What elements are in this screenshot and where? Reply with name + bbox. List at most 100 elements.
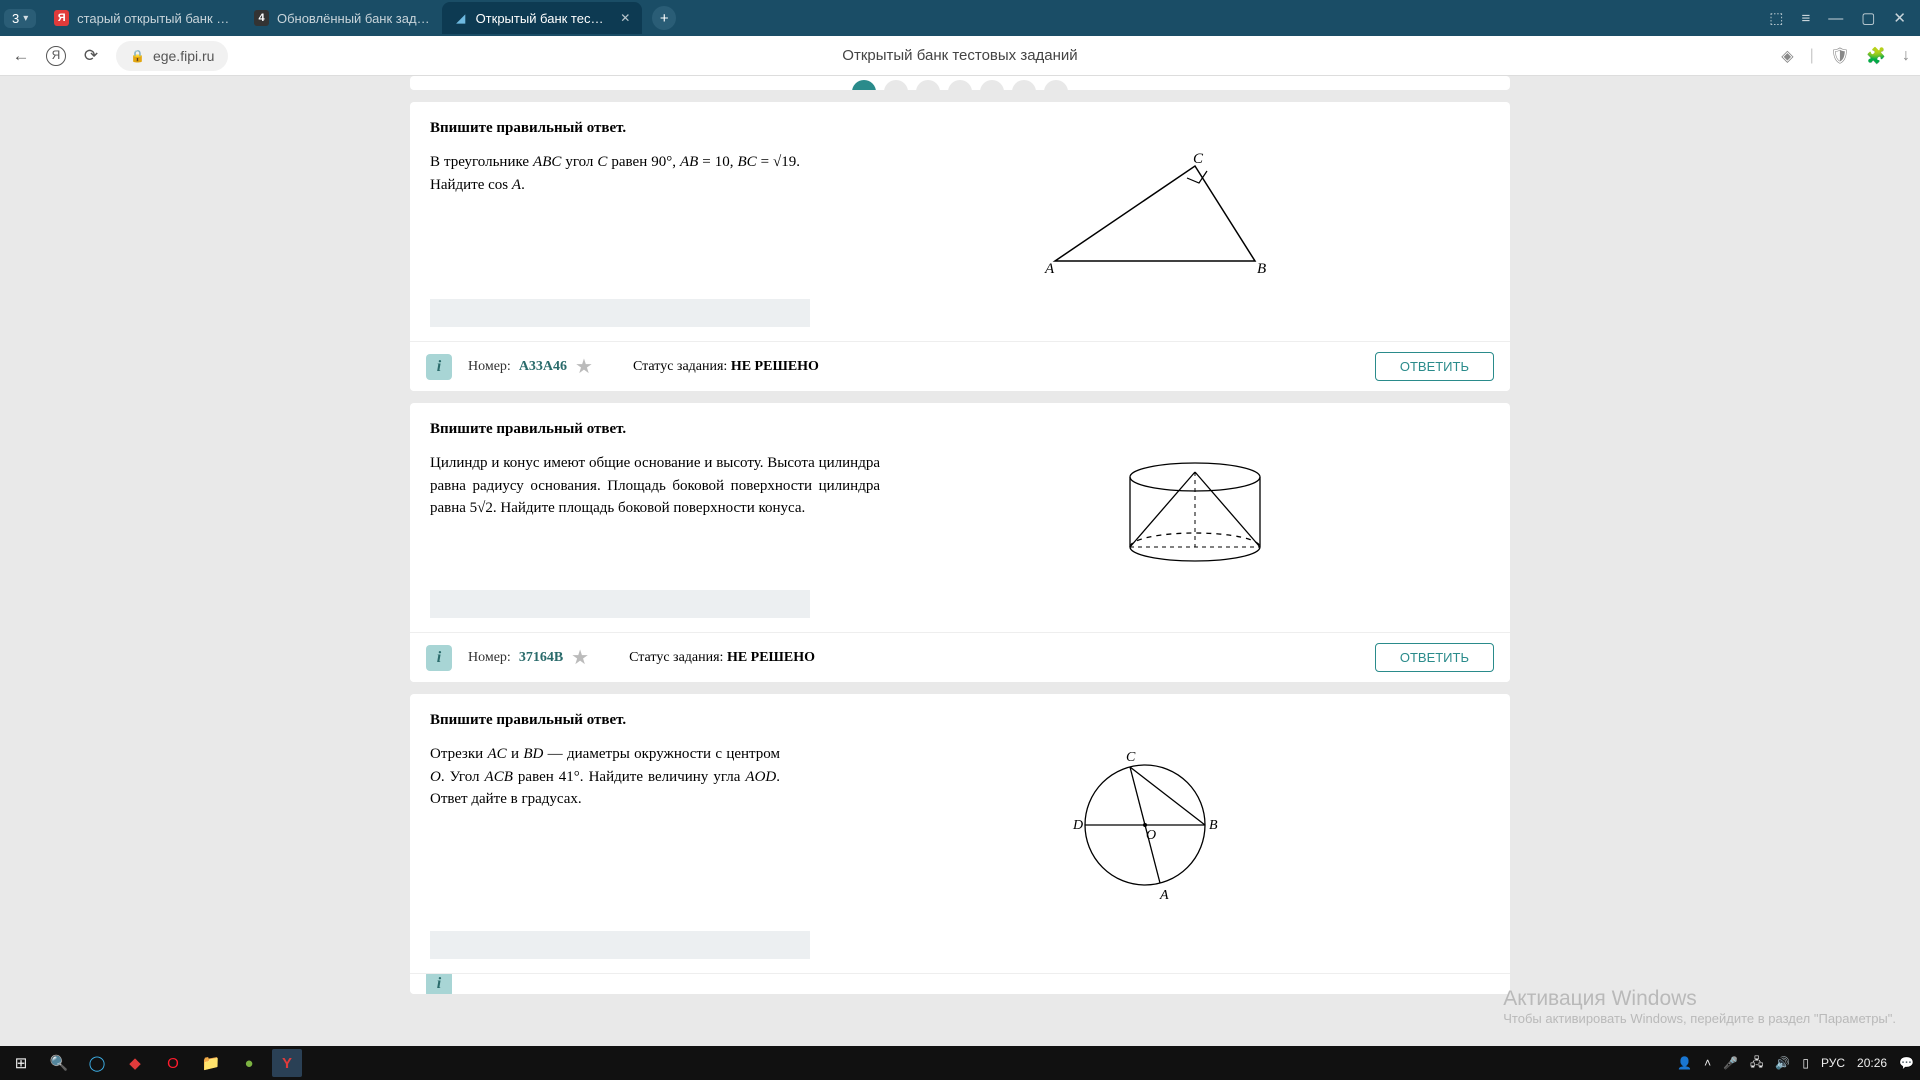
extensions-icon[interactable]: ⬚ <box>1769 9 1783 27</box>
tab-favicon: ◢ <box>454 10 467 26</box>
tab-title: Открытый банк тестовы… <box>476 11 607 26</box>
clock[interactable]: 20:26 <box>1857 1056 1887 1070</box>
svg-text:A: A <box>1159 888 1169 903</box>
address-bar: ← Я ⟳ 🔒 ege.fipi.ru Открытый банк тестов… <box>0 36 1920 76</box>
search-icon[interactable]: 🔍 <box>44 1049 74 1077</box>
browser-tab-active[interactable]: ◢ Открытый банк тестовы… ✕ <box>442 2 642 34</box>
tab-favicon: Я <box>54 10 69 26</box>
task-card: Впишите правильный ответ. В треугольнике… <box>410 102 1510 391</box>
pager-dot[interactable] <box>916 80 940 90</box>
task-text: Цилиндр и конус имеют общие основание и … <box>430 452 880 520</box>
task-card: Впишите правильный ответ. Цилиндр и кону… <box>410 403 1510 682</box>
notifications-icon[interactable]: 💬 <box>1899 1056 1914 1070</box>
pager-dot[interactable] <box>1012 80 1036 90</box>
task-figure-cylinder-cone <box>900 452 1490 572</box>
folder-icon[interactable]: 📁 <box>196 1049 226 1077</box>
answer-input[interactable] <box>430 590 810 618</box>
answer-button[interactable]: ОТВЕТИТЬ <box>1375 352 1494 381</box>
bookmark-icon[interactable]: ◈ <box>1781 46 1793 66</box>
task-prompt: Впишите правильный ответ. <box>430 421 1490 438</box>
info-button[interactable]: i <box>426 645 452 671</box>
svg-text:O: O <box>1146 828 1156 843</box>
info-button[interactable]: i <box>426 973 452 994</box>
volume-icon[interactable]: 🔊 <box>1775 1056 1790 1070</box>
tab-counter[interactable]: 3 ▾ <box>4 9 36 28</box>
pager-dot[interactable] <box>884 80 908 90</box>
pager-dot[interactable] <box>852 80 876 90</box>
tab-favicon: 4 <box>254 10 269 26</box>
star-icon[interactable]: ★ <box>575 354 593 379</box>
browser-tab[interactable]: 4 Обновлённый банк задан… <box>242 2 442 34</box>
browser-tab-bar: 3 ▾ Я старый открытый банк за… 4 Обновлё… <box>0 0 1920 36</box>
app-icon[interactable]: ◆ <box>120 1049 150 1077</box>
page-title: Открытый банк тестовых заданий <box>842 47 1077 64</box>
close-icon[interactable]: ✕ <box>620 11 630 25</box>
lock-icon: 🔒 <box>130 49 145 63</box>
svg-text:C: C <box>1126 750 1136 765</box>
svg-text:C: C <box>1193 151 1204 167</box>
microphone-icon[interactable]: 🎤 <box>1723 1056 1738 1070</box>
task-prompt: Впишите правильный ответ. <box>430 712 1490 729</box>
tab-counter-value: 3 <box>12 11 19 26</box>
language-indicator[interactable]: РУС <box>1821 1056 1845 1070</box>
url-text: ege.fipi.ru <box>153 48 214 64</box>
menu-icon[interactable]: ≡ <box>1801 10 1810 27</box>
status-prefix: Статус задания: <box>629 650 723 665</box>
chevron-down-icon: ▾ <box>23 13 28 24</box>
answer-button[interactable]: ОТВЕТИТЬ <box>1375 643 1494 672</box>
svg-text:D: D <box>1072 818 1083 833</box>
app-icon[interactable]: ● <box>234 1049 264 1077</box>
tray-chevron-icon[interactable]: ˄ <box>1704 1056 1711 1070</box>
new-tab-button[interactable]: + <box>652 6 676 30</box>
edge-icon[interactable]: ◯ <box>82 1049 112 1077</box>
svg-text:B: B <box>1257 261 1266 277</box>
status-value: НЕ РЕШЕНО <box>731 359 819 374</box>
maximize-icon[interactable]: ▢ <box>1861 9 1875 27</box>
browser-tab[interactable]: Я старый открытый банк за… <box>42 2 242 34</box>
task-figure-triangle: A B C <box>820 151 1490 281</box>
download-icon[interactable]: ↓ <box>1902 47 1910 65</box>
network-icon[interactable]: 🖧 <box>1750 1053 1763 1074</box>
reload-icon[interactable]: ⟳ <box>80 46 102 66</box>
task-number: 37164B <box>519 650 563 666</box>
task-text: В треугольнике ABC угол C равен 90°, AB … <box>430 151 800 196</box>
task-meta: i Номер: 37164B ★ Статус задания: НЕ РЕШ… <box>410 632 1510 682</box>
close-window-icon[interactable]: ✕ <box>1893 9 1906 27</box>
opera-icon[interactable]: O <box>158 1049 188 1077</box>
battery-icon[interactable]: ▯ <box>1802 1056 1809 1070</box>
page-content[interactable]: Впишите правильный ответ. В треугольнике… <box>0 76 1920 1046</box>
pager-dot[interactable] <box>980 80 1004 90</box>
number-label: Номер: <box>468 650 511 666</box>
people-icon[interactable]: 👤 <box>1677 1056 1692 1070</box>
task-meta: i <box>410 973 1510 994</box>
minimize-icon[interactable]: — <box>1828 10 1843 27</box>
status-value: НЕ РЕШЕНО <box>727 650 815 665</box>
pager <box>410 76 1510 90</box>
number-label: Номер: <box>468 359 511 375</box>
tab-title: Обновлённый банк задан… <box>277 11 430 26</box>
task-prompt: Впишите правильный ответ. <box>430 120 1490 137</box>
yandex-icon[interactable]: Я <box>46 46 66 66</box>
task-number: A33A46 <box>519 359 567 375</box>
info-button[interactable]: i <box>426 354 452 380</box>
back-icon[interactable]: ← <box>10 46 32 66</box>
svg-text:A: A <box>1044 261 1055 277</box>
task-card: Впишите правильный ответ. Отрезки AC и B… <box>410 694 1510 994</box>
windows-taskbar: ⊞ 🔍 ◯ ◆ O 📁 ● Y 👤 ˄ 🎤 🖧 🔊 ▯ РУС 20:26 💬 <box>0 1046 1920 1080</box>
svg-text:B: B <box>1209 818 1218 833</box>
start-icon[interactable]: ⊞ <box>6 1049 36 1077</box>
star-icon[interactable]: ★ <box>571 645 589 670</box>
task-text: Отрезки AC и BD — диаметры окружности с … <box>430 743 780 811</box>
answer-input[interactable] <box>430 931 810 959</box>
shield-icon[interactable]: 🛡 <box>1830 46 1850 66</box>
task-figure-circle: C D B O A <box>800 743 1490 913</box>
extension-icon[interactable]: 🧩 <box>1866 46 1886 66</box>
status-prefix: Статус задания: <box>633 359 727 374</box>
pager-dot[interactable] <box>948 80 972 90</box>
tab-title: старый открытый банк за… <box>77 11 230 26</box>
task-meta: i Номер: A33A46 ★ Статус задания: НЕ РЕШ… <box>410 341 1510 391</box>
pager-dot[interactable] <box>1044 80 1068 90</box>
url-box[interactable]: 🔒 ege.fipi.ru <box>116 41 228 71</box>
answer-input[interactable] <box>430 299 810 327</box>
yandex-browser-icon[interactable]: Y <box>272 1049 302 1077</box>
